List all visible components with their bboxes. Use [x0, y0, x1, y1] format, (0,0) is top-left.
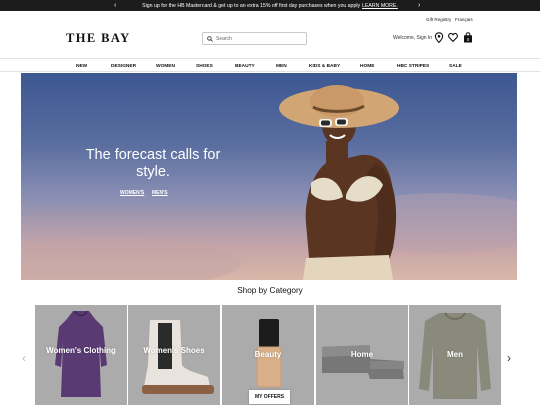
- dress-image: [55, 310, 107, 397]
- heart-icon[interactable]: [448, 32, 458, 43]
- nav-item-sale[interactable]: SALE: [449, 64, 462, 69]
- category-label: Men: [447, 350, 463, 359]
- category-tile-home[interactable]: Home: [316, 305, 408, 405]
- nav-item-designer[interactable]: DESIGNER: [111, 64, 136, 69]
- category-label: Women's Shoes: [143, 346, 205, 355]
- nav-item-shoes[interactable]: SHOES: [196, 64, 213, 69]
- nav-item-new[interactable]: NEW: [76, 64, 87, 69]
- search-input[interactable]: [216, 35, 301, 42]
- promo-prev-arrow-icon[interactable]: ‹: [114, 0, 116, 11]
- hero-womens-link[interactable]: WOMEN'S: [120, 190, 144, 196]
- learn-more-link[interactable]: LEARN MORE.: [362, 3, 398, 9]
- shop-by-category-heading: Shop by Category: [237, 286, 303, 295]
- category-tile-womens-clothing[interactable]: Women's Clothing: [35, 305, 127, 405]
- category-tile-men[interactable]: Men: [409, 305, 501, 405]
- nav-item-beauty[interactable]: BEAUTY: [235, 64, 255, 69]
- sign-in-link[interactable]: Welcome, Sign In: [393, 35, 432, 41]
- boot-image: [142, 320, 214, 394]
- my-offers-button[interactable]: MY OFFERS: [249, 390, 290, 404]
- shopping-bag-icon[interactable]: 0: [463, 32, 473, 43]
- promo-bar: ‹ Sign up for the HB Mastercard & get up…: [0, 0, 540, 11]
- site-logo[interactable]: THE BAY: [66, 31, 131, 46]
- header-divider: [0, 58, 540, 59]
- promo-text: Sign up for the HB Mastercard & get up t…: [142, 2, 361, 9]
- gift-registry-link[interactable]: Gift Registry: [426, 17, 451, 22]
- carousel-prev-arrow-icon[interactable]: ‹: [22, 351, 26, 365]
- search-box[interactable]: [202, 32, 307, 45]
- category-label: Beauty: [254, 350, 282, 359]
- category-label: Home: [350, 350, 374, 359]
- hero-banner[interactable]: The forecast calls for style. WOMEN'S ME…: [21, 73, 517, 280]
- nav-item-hbc-stripes[interactable]: HBC STRIPES: [397, 64, 429, 69]
- nav-item-men[interactable]: MEN: [276, 64, 287, 69]
- promo-next-arrow-icon[interactable]: ›: [418, 0, 420, 11]
- hero-mens-link[interactable]: MEN'S: [152, 190, 168, 196]
- nav-divider: [0, 71, 540, 72]
- search-icon: [207, 35, 213, 42]
- nav-item-kids-baby[interactable]: KIDS & BABY: [309, 64, 340, 69]
- carousel-next-arrow-icon[interactable]: ›: [507, 351, 511, 365]
- category-label: Women's Clothing: [46, 346, 116, 355]
- category-tile-womens-shoes[interactable]: Women's Shoes: [128, 305, 220, 405]
- nav-item-home[interactable]: HOME: [360, 64, 374, 69]
- nav-item-women[interactable]: WOMEN: [156, 64, 175, 69]
- language-link[interactable]: Français: [455, 17, 473, 22]
- location-pin-icon[interactable]: [434, 32, 444, 43]
- hero-headline: The forecast calls for style.: [85, 147, 221, 180]
